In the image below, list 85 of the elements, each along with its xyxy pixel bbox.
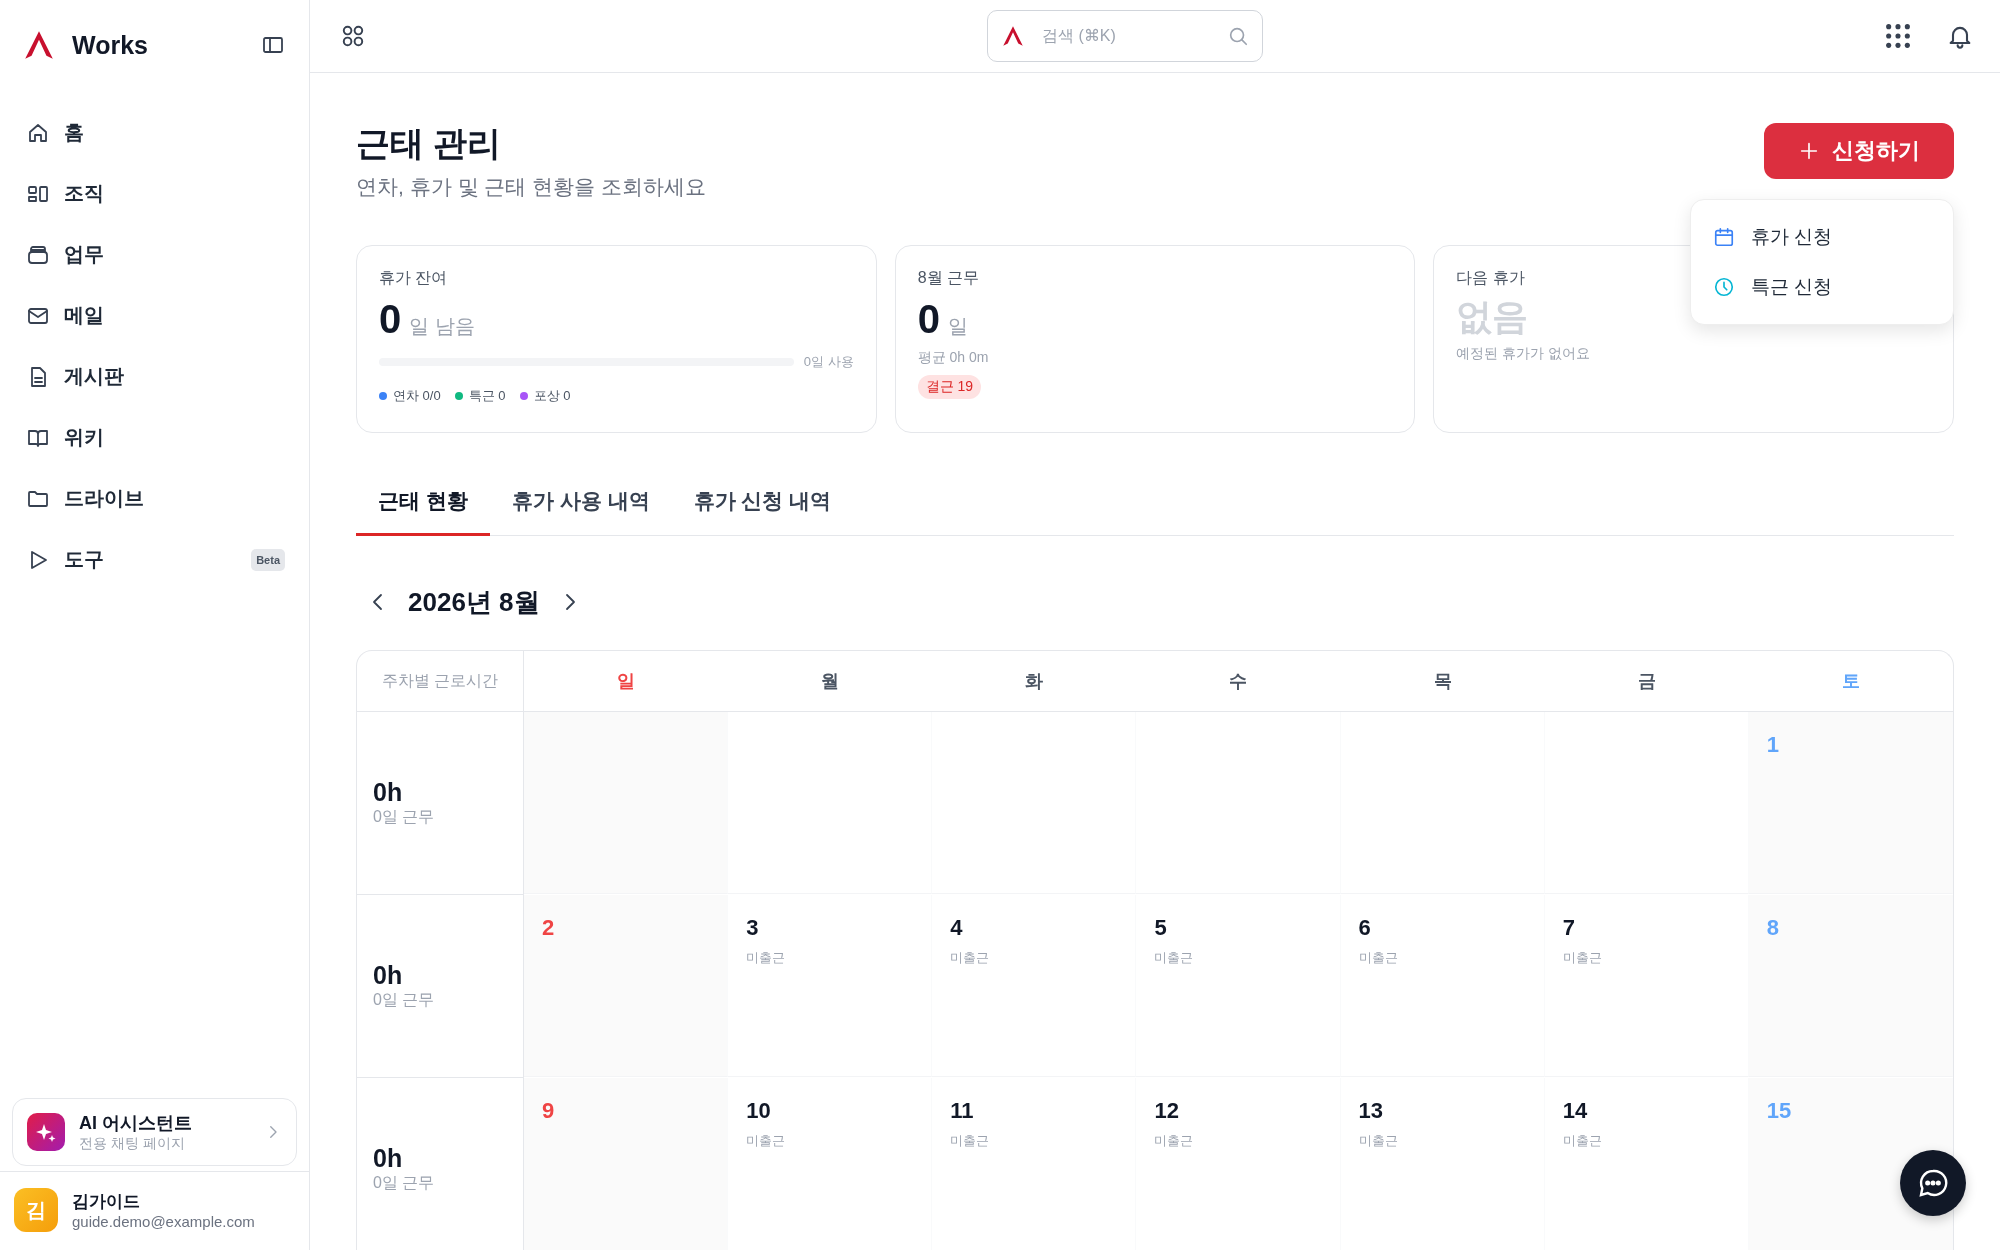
day-number: 6 [1358, 915, 1371, 941]
search-field[interactable]: 검색 (⌘K) [987, 10, 1263, 62]
card-value: 0 [379, 297, 402, 341]
card-label: 휴가 잔여 [379, 268, 448, 288]
user-name: 김가이드 [72, 1191, 141, 1213]
absence-badge: 결근 19 [917, 375, 982, 399]
day-number: 2 [542, 915, 555, 941]
page-subtitle: 연차, 휴가 및 근태 현황을 조회하세요 [356, 174, 707, 200]
attendance-status: 미출근 [1562, 949, 1602, 967]
plus-icon [1798, 140, 1820, 162]
attendance-status: 미출근 [1154, 949, 1194, 967]
ai-assistant-card[interactable]: AI 어시스턴트 전용 채팅 페이지 [12, 1098, 297, 1166]
assistant-subtitle: 전용 채팅 페이지 [79, 1135, 186, 1153]
menu-item[interactable]: 휴가 신청 [1691, 212, 1953, 262]
day-number: 11 [950, 1098, 974, 1124]
menu-item[interactable]: 특근 신청 [1691, 262, 1953, 312]
sidebar-item[interactable]: 위키 [14, 407, 297, 468]
week-workdays: 0일 근무 [373, 990, 436, 1010]
sidebar-item[interactable]: 드라이브 [14, 468, 297, 529]
week-workdays: 0일 근무 [373, 807, 436, 827]
day-number: 8 [1766, 915, 1780, 941]
chat-bubble-icon [1917, 1167, 1949, 1199]
day-number: 15 [1766, 1098, 1792, 1124]
week-hours: 0h [373, 778, 404, 807]
weekday-header: 월 [728, 651, 933, 712]
day-number: 10 [746, 1098, 771, 1124]
tab[interactable]: 휴가 사용 내역 [489, 473, 672, 536]
user-email: guide.demo@example.com [72, 1213, 256, 1230]
apps-icon[interactable] [1884, 22, 1912, 50]
day-number: 14 [1562, 1098, 1588, 1124]
card-value: 0 [917, 297, 940, 341]
page-title: 근태 관리 [356, 123, 503, 164]
card-label: 다음 휴가 [1456, 268, 1525, 288]
sidebar-item[interactable]: 조직 [14, 163, 297, 224]
day-number: 4 [950, 915, 963, 941]
day-number: 1 [1766, 732, 1780, 758]
column-header: 주차별 근로시간 [357, 651, 524, 712]
card-unit: 일 [947, 314, 968, 339]
sidebar-item[interactable]: 메일 [14, 285, 297, 346]
attendance-status: 미출근 [1358, 949, 1398, 967]
attendance-status: 미출근 [1154, 1132, 1194, 1150]
weekday-header: 수 [1136, 651, 1341, 712]
attendance-status: 미출근 [1358, 1132, 1398, 1150]
attendance-status: 미출근 [950, 949, 990, 967]
search-icon [1227, 25, 1249, 47]
assistant-title: AI 어시스턴트 [79, 1112, 193, 1135]
weekday-header: 목 [1340, 651, 1545, 712]
day-number: 5 [1154, 915, 1167, 941]
sparkle-icon [27, 1113, 65, 1151]
attendance-status: 미출근 [1562, 1132, 1602, 1150]
month-title: 2026년 8월 [408, 585, 540, 619]
calendar-icon [1713, 226, 1735, 248]
attendance-status: 미출근 [950, 1132, 990, 1150]
used-days: 0일 사용 [803, 353, 854, 371]
beta-badge: Beta [251, 548, 285, 571]
legend-label: 포상 0 [533, 387, 571, 405]
average-text: 평균 0h 0m [917, 349, 989, 367]
legend-label: 연차 0/0 [393, 387, 441, 405]
day-number: 7 [1562, 915, 1575, 941]
weekday-header: 화 [932, 651, 1137, 712]
day-number: 9 [542, 1098, 555, 1124]
attendance-status: 미출근 [746, 949, 786, 967]
sidebar-item[interactable]: 도구 Beta [14, 529, 297, 590]
attendance-status: 미출근 [746, 1132, 786, 1150]
week-hours: 0h [373, 961, 404, 990]
logo-text: Works [72, 30, 149, 60]
tab[interactable]: 휴가 신청 내역 [671, 473, 854, 536]
sidebar-item[interactable]: 업무 [14, 224, 297, 285]
clock-icon [1713, 276, 1735, 298]
week-hours: 0h [373, 1144, 404, 1173]
week-workdays: 0일 근무 [373, 1173, 436, 1193]
empty-note: 예정된 휴가가 없어요 [1456, 344, 1591, 363]
weekday-header: 금 [1544, 651, 1749, 712]
day-number: 12 [1154, 1098, 1179, 1124]
card-unit: 일 남음 [409, 314, 475, 339]
sidebar-item[interactable]: 게시판 [14, 346, 297, 407]
sidebar-item[interactable]: 홈 [14, 102, 297, 163]
legend-label: 특근 0 [468, 387, 506, 405]
day-number: 13 [1358, 1098, 1384, 1124]
day-number: 3 [746, 915, 759, 941]
logo-icon [1001, 24, 1025, 48]
tab[interactable]: 근태 현황 [356, 473, 490, 536]
card-label: 8월 근무 [917, 268, 979, 288]
grid-icon[interactable] [340, 23, 366, 49]
apply-button[interactable]: 신청하기 [1764, 123, 1954, 179]
